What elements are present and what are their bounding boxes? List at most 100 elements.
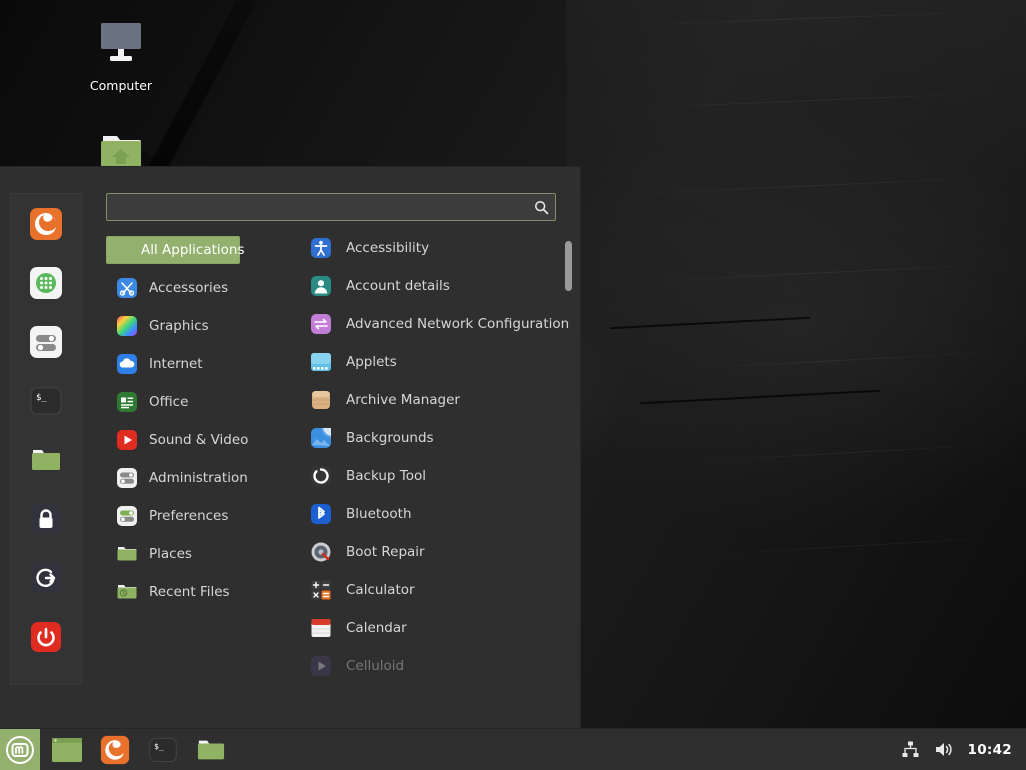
category-label: Recent Files bbox=[149, 584, 230, 600]
recent-files-icon bbox=[116, 581, 138, 603]
wallpaper-line bbox=[610, 316, 810, 330]
bluetooth-icon bbox=[310, 503, 332, 525]
account-details-icon bbox=[310, 275, 332, 297]
app-item-advanced-network-configuration[interactable]: Advanced Network Configuration bbox=[310, 312, 580, 336]
category-label: Sound & Video bbox=[149, 432, 249, 448]
category-office[interactable]: Office bbox=[106, 388, 288, 416]
favorite-quit[interactable] bbox=[27, 618, 65, 656]
app-item-label: Archive Manager bbox=[346, 392, 460, 408]
menu-application-list[interactable]: Accessibility Account details Advanced N… bbox=[310, 236, 580, 676]
app-list-scrollbar-track[interactable] bbox=[565, 236, 572, 674]
boot-repair-icon bbox=[310, 541, 332, 563]
app-item-backgrounds[interactable]: Backgrounds bbox=[310, 426, 580, 450]
app-item-boot-repair[interactable]: Boot Repair bbox=[310, 540, 580, 564]
favorite-software-manager[interactable] bbox=[27, 264, 65, 302]
category-label: Accessories bbox=[149, 280, 229, 296]
power-icon bbox=[31, 622, 61, 652]
accessories-icon bbox=[116, 277, 138, 299]
category-graphics[interactable]: Graphics bbox=[106, 312, 288, 340]
category-label: Administration bbox=[149, 470, 248, 486]
linux-mint-logo-icon bbox=[6, 735, 34, 764]
category-internet[interactable]: Internet bbox=[106, 350, 288, 378]
desktop[interactable]: Computer $_ All Applications Accessories… bbox=[0, 0, 1026, 770]
clock[interactable]: 10:42 bbox=[968, 742, 1012, 758]
taskbar-item-firefox[interactable] bbox=[96, 733, 134, 767]
app-item-label: Calendar bbox=[346, 620, 407, 636]
search-icon[interactable] bbox=[527, 200, 555, 215]
app-item-bluetooth[interactable]: Bluetooth bbox=[310, 502, 580, 526]
svg-text:$_: $_ bbox=[154, 742, 164, 751]
menu-category-list: All Applications Accessories Graphics In… bbox=[106, 236, 288, 676]
application-menu-popup[interactable]: $_ All Applications Accessories Graphics… bbox=[0, 167, 580, 728]
wallpaper-line bbox=[680, 442, 1026, 463]
terminal-icon: $_ bbox=[149, 737, 177, 762]
menu-favorites-column: $_ bbox=[0, 167, 82, 728]
category-all-applications[interactable]: All Applications bbox=[106, 236, 245, 264]
app-item-label: Calculator bbox=[346, 582, 415, 598]
search-input[interactable] bbox=[107, 194, 527, 220]
wallpaper-line bbox=[610, 175, 1026, 196]
menu-main-area: All Applications Accessories Graphics In… bbox=[76, 167, 580, 728]
svg-text:$_: $_ bbox=[36, 393, 47, 403]
backgrounds-icon bbox=[310, 427, 332, 449]
app-item-label: Bluetooth bbox=[346, 506, 412, 522]
sound-video-icon bbox=[116, 429, 138, 451]
app-item-accessibility[interactable]: Accessibility bbox=[310, 236, 580, 260]
desktop-icon-computer[interactable]: Computer bbox=[73, 18, 169, 93]
category-preferences[interactable]: Preferences bbox=[106, 502, 288, 530]
app-list-scrollbar-thumb[interactable] bbox=[565, 241, 572, 291]
category-label: Office bbox=[149, 394, 189, 410]
category-label: Places bbox=[149, 546, 192, 562]
favorite-terminal[interactable]: $_ bbox=[27, 382, 65, 420]
category-recent-files[interactable]: Recent Files bbox=[106, 578, 288, 606]
volume-icon[interactable] bbox=[934, 740, 954, 759]
files-folder-icon bbox=[32, 450, 60, 470]
administration-icon bbox=[116, 467, 138, 489]
software-manager-icon bbox=[30, 267, 62, 299]
applets-icon bbox=[310, 351, 332, 373]
backup-tool-icon bbox=[310, 465, 332, 487]
favorite-lock-screen[interactable] bbox=[27, 500, 65, 538]
graphics-icon bbox=[116, 315, 138, 337]
taskbar-window-list: $_ bbox=[48, 733, 230, 767]
favorite-system-settings[interactable] bbox=[27, 323, 65, 361]
files-folder-icon bbox=[197, 740, 225, 759]
wallpaper-line bbox=[600, 91, 1026, 110]
celluloid-icon bbox=[310, 655, 332, 677]
menu-search-box[interactable] bbox=[106, 193, 556, 221]
category-label: Preferences bbox=[149, 508, 229, 524]
taskbar-item-terminal[interactable]: $_ bbox=[144, 733, 182, 767]
favorite-firefox[interactable] bbox=[27, 205, 65, 243]
system-tray: 10:42 bbox=[901, 740, 1026, 759]
wallpaper-line bbox=[640, 389, 880, 405]
category-accessories[interactable]: Accessories bbox=[106, 274, 288, 302]
taskbar[interactable]: $_ 10:42 bbox=[0, 728, 1026, 770]
office-icon bbox=[116, 391, 138, 413]
menu-button[interactable] bbox=[0, 729, 40, 770]
category-sound-and-video[interactable]: Sound & Video bbox=[106, 426, 288, 454]
app-item-account-details[interactable]: Account details bbox=[310, 274, 580, 298]
app-item-archive-manager[interactable]: Archive Manager bbox=[310, 388, 580, 412]
wallpaper-line bbox=[650, 350, 1026, 371]
taskbar-item-show-desktop[interactable] bbox=[48, 733, 86, 767]
app-item-calendar[interactable]: Calendar bbox=[310, 616, 580, 640]
app-item-applets[interactable]: Applets bbox=[310, 350, 580, 374]
favorite-log-out[interactable] bbox=[27, 559, 65, 597]
app-item-calculator[interactable]: Calculator bbox=[310, 578, 580, 602]
wallpaper-line bbox=[700, 535, 1026, 556]
app-item-label: Backgrounds bbox=[346, 430, 434, 446]
terminal-icon: $_ bbox=[30, 387, 62, 415]
app-item-backup-tool[interactable]: Backup Tool bbox=[310, 464, 580, 488]
category-places[interactable]: Places bbox=[106, 540, 288, 568]
menu-panes: All Applications Accessories Graphics In… bbox=[106, 236, 580, 676]
taskbar-item-files[interactable] bbox=[192, 733, 230, 767]
network-icon[interactable] bbox=[901, 740, 920, 759]
preferences-icon bbox=[116, 505, 138, 527]
wallpaper-line bbox=[630, 262, 1026, 283]
app-item-label: Account details bbox=[346, 278, 450, 294]
category-administration[interactable]: Administration bbox=[106, 464, 288, 492]
app-item-label: Accessibility bbox=[346, 240, 430, 256]
favorite-files[interactable] bbox=[27, 441, 65, 479]
category-label: Graphics bbox=[149, 318, 209, 334]
app-item-celluloid[interactable]: Celluloid bbox=[310, 654, 580, 678]
